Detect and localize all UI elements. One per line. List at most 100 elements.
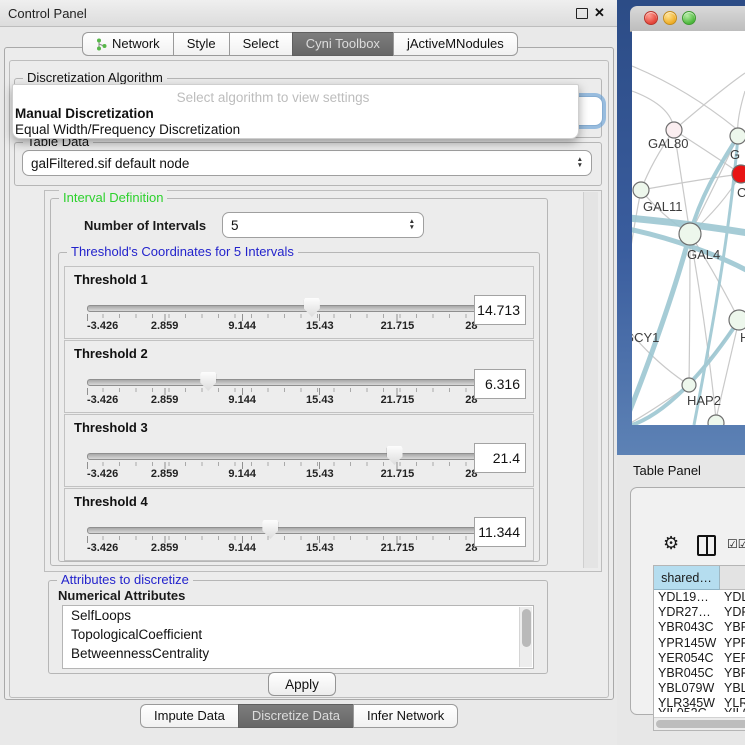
table-data-value: galFiltered.sif default node xyxy=(31,156,189,171)
minimize-traffic-light[interactable] xyxy=(663,11,677,25)
threshold-2-panel: Threshold 2 -3.4262.8599.14415.4321.7152… xyxy=(64,340,534,413)
float-window-icon[interactable] xyxy=(576,8,588,19)
select-columns-checkboxes-icon[interactable]: ☑☑ xyxy=(727,537,745,551)
threshold-3-slider[interactable] xyxy=(87,453,477,460)
zoom-traffic-light[interactable] xyxy=(682,11,696,25)
list-item[interactable]: SelfLoops xyxy=(71,608,131,623)
control-panel-window: Control Panel ✕ Network Style Select Cyn… xyxy=(0,0,617,745)
table-row[interactable]: YBR043CYBR0 xyxy=(654,620,745,635)
table-row[interactable]: YDL19…YDL1 xyxy=(654,590,745,605)
slider-scale: -3.4262.8599.14415.4321.71528 xyxy=(87,468,475,482)
threshold-1-slider[interactable] xyxy=(87,305,477,312)
threshold-1-value-field[interactable]: 14.713 xyxy=(474,295,526,325)
slider-scale: -3.4262.8599.14415.4321.71528 xyxy=(87,394,475,408)
slider-scale: -3.4262.8599.14415.4321.71528 xyxy=(87,542,475,556)
tab-label: Style xyxy=(187,33,216,55)
node-label: GCY1 xyxy=(632,330,659,345)
network-canvas[interactable]: GAL80 G C GAL11 GAL4 GCY1 H HAP2 xyxy=(632,31,745,425)
threshold-3-panel: Threshold 3 -3.4262.8599.14415.4321.7152… xyxy=(64,414,534,487)
network-node-red[interactable] xyxy=(732,165,745,183)
node-label: GAL4 xyxy=(687,247,720,262)
close-icon[interactable]: ✕ xyxy=(594,5,605,21)
network-graph: GAL80 G C GAL11 GAL4 GCY1 H HAP2 xyxy=(632,31,745,425)
horizontal-scrollbar[interactable] xyxy=(654,717,745,730)
tab-select[interactable]: Select xyxy=(229,32,292,56)
network-node-h[interactable] xyxy=(729,310,745,330)
network-node-gal11[interactable] xyxy=(633,182,649,198)
threshold-4-value-field[interactable]: 11.344 xyxy=(474,517,526,547)
table-data-combobox[interactable]: galFiltered.sif default node ▲▼ xyxy=(22,150,592,176)
tab-label: Network xyxy=(112,33,160,55)
group-label: Discretization Algorithm xyxy=(23,70,167,85)
list-item[interactable]: BetweennessCentrality xyxy=(71,646,209,661)
scrollbar-thumb[interactable] xyxy=(522,609,531,647)
threshold-1-panel: Threshold 1 -3.4262.8599.14415.4321.7152… xyxy=(64,266,534,339)
threshold-3-value-field[interactable]: 21.4 xyxy=(474,443,526,473)
tab-discretize-data[interactable]: Discretize Data xyxy=(238,704,353,728)
column-header-name[interactable]: n xyxy=(720,566,745,590)
close-traffic-light[interactable] xyxy=(644,11,658,25)
dropdown-item-manual-discretization[interactable]: Manual Discretization xyxy=(15,106,575,121)
threshold-2-slider[interactable] xyxy=(87,379,477,386)
stepper-arrows-icon: ▲▼ xyxy=(577,157,583,169)
vertical-scrollbar[interactable] xyxy=(583,192,598,568)
table-row[interactable]: YBL079WYBL0 xyxy=(654,681,745,696)
group-label: Attributes to discretize xyxy=(57,572,193,587)
apply-button[interactable]: Apply xyxy=(268,672,336,696)
table-row[interactable]: YBR045CYBR0 xyxy=(654,666,745,681)
stepper-arrows-icon: ▲▼ xyxy=(409,219,415,231)
number-of-intervals-label: Number of Intervals xyxy=(84,218,206,233)
tab-impute-data[interactable]: Impute Data xyxy=(140,704,238,728)
network-view-window[interactable]: GAL80 G C GAL11 GAL4 GCY1 H HAP2 xyxy=(617,0,745,455)
network-node-hap2[interactable] xyxy=(682,378,696,392)
tab-cyni-toolbox[interactable]: Cyni Toolbox xyxy=(292,32,393,56)
threshold-2-value-field[interactable]: 6.316 xyxy=(474,369,526,399)
numerical-attributes-label: Numerical Attributes xyxy=(58,588,185,603)
group-label: Threshold's Coordinates for 5 Intervals xyxy=(67,244,298,259)
tab-label: Discretize Data xyxy=(252,705,340,727)
tab-label: jActiveMNodules xyxy=(407,33,504,55)
tab-infer-network[interactable]: Infer Network xyxy=(353,704,458,728)
table-panel-container: ⚙ ☑☑ shared… n YDL19…YDL1 YDR27…YDR2 YBR… xyxy=(630,487,745,715)
table-rows: YDL19…YDL1 YDR27…YDR2 YBR043CYBR0 YPR145… xyxy=(654,590,745,712)
network-window-titlebar[interactable] xyxy=(630,6,745,32)
dropdown-item-equal-width-frequency[interactable]: Equal Width/Frequency Discretization xyxy=(15,122,575,137)
screen: Control Panel ✕ Network Style Select Cyn… xyxy=(0,0,745,745)
table-row[interactable]: YIL052CYIL0 xyxy=(654,706,745,712)
network-icon xyxy=(96,38,107,51)
network-node-g[interactable] xyxy=(730,128,745,144)
threshold-4-panel: Threshold 4 -3.4262.8599.14415.4321.7152… xyxy=(64,488,534,561)
gear-icon[interactable]: ⚙ xyxy=(663,533,679,554)
bottom-tab-bar: Impute Data Discretize Data Infer Networ… xyxy=(140,704,458,728)
threshold-4-label: Threshold 4 xyxy=(74,494,148,509)
network-node-gal4[interactable] xyxy=(679,223,701,245)
scrollbar-thumb[interactable] xyxy=(656,720,745,728)
network-node-bottom[interactable] xyxy=(708,415,724,425)
node-label: C xyxy=(737,185,745,200)
control-panel-titlebar[interactable]: Control Panel ✕ xyxy=(0,0,617,27)
tab-jactivemnodules[interactable]: jActiveMNodules xyxy=(393,32,518,56)
tab-label: Cyni Toolbox xyxy=(306,33,380,55)
table-panel: Table Panel ⚙ ☑☑ shared… n YDL19…YDL1 YD… xyxy=(617,455,745,745)
number-of-intervals-value: 5 xyxy=(231,218,239,233)
column-header-shared[interactable]: shared… xyxy=(654,566,720,590)
number-of-intervals-combobox[interactable]: 5 ▲▼ xyxy=(222,212,424,238)
table-panel-title: Table Panel xyxy=(633,463,701,478)
numerical-attributes-list[interactable]: SelfLoops TopologicalCoefficient Between… xyxy=(62,605,534,669)
threshold-4-slider[interactable] xyxy=(87,527,477,534)
dropdown-hint: Select algorithm to view settings xyxy=(103,90,443,105)
list-item[interactable]: TopologicalCoefficient xyxy=(71,627,202,642)
table-row[interactable]: YDR27…YDR2 xyxy=(654,605,745,620)
table-row[interactable]: YPR145WYPR1 xyxy=(654,636,745,651)
table-row[interactable]: YER054CYER0 xyxy=(654,651,745,666)
node-label: GAL11 xyxy=(643,199,683,214)
threshold-1-label: Threshold 1 xyxy=(74,272,148,287)
list-scrollbar[interactable] xyxy=(519,607,532,667)
threshold-2-label: Threshold 2 xyxy=(74,346,148,361)
node-table: shared… n YDL19…YDL1 YDR27…YDR2 YBR043CY… xyxy=(653,565,745,731)
tab-style[interactable]: Style xyxy=(173,32,229,56)
algorithm-dropdown-popup: Select algorithm to view settings Manual… xyxy=(12,84,579,139)
columns-icon[interactable] xyxy=(697,535,716,556)
tab-network[interactable]: Network xyxy=(82,32,173,56)
node-label: GAL80 xyxy=(648,136,688,151)
